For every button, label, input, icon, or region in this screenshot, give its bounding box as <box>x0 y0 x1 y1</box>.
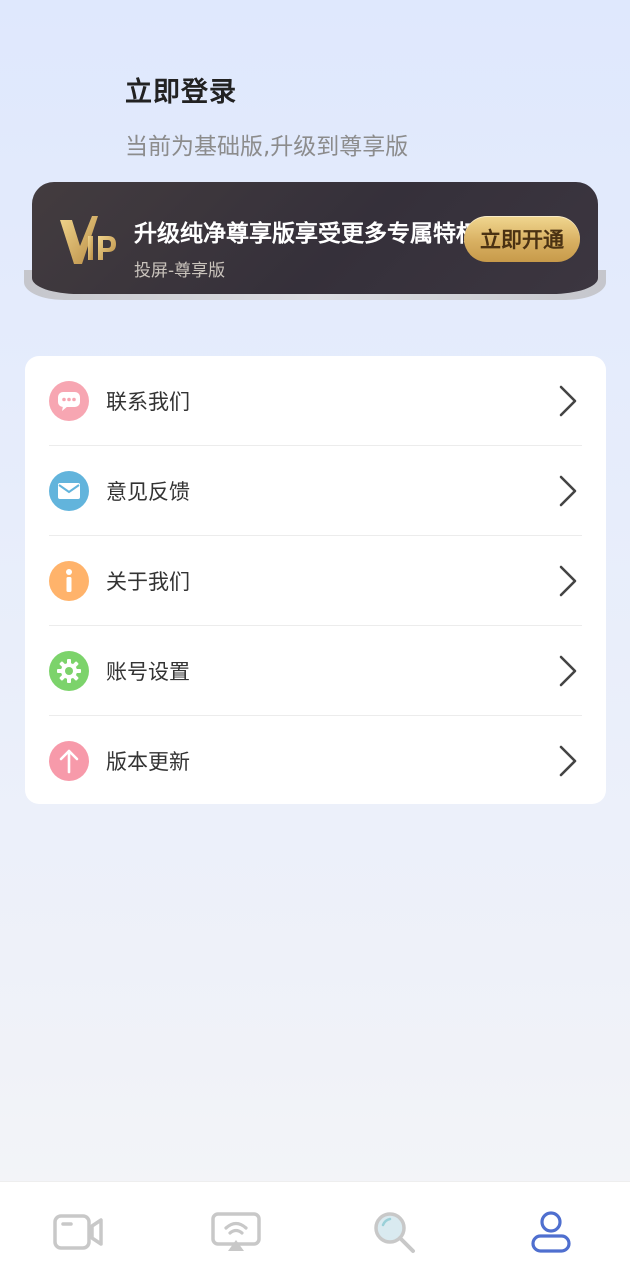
menu-item-label: 关于我们 <box>106 570 190 594</box>
settings-menu: 联系我们 意见反馈 关于我们 账号设置 版本更新 <box>25 356 606 804</box>
login-title[interactable]: 立即登录 <box>125 70 408 109</box>
menu-item-account-settings[interactable]: 账号设置 <box>49 626 582 716</box>
tab-screen-cast[interactable] <box>208 1208 264 1256</box>
menu-item-version-update[interactable]: 版本更新 <box>49 716 582 806</box>
camera-icon <box>53 1214 103 1250</box>
info-icon <box>49 561 89 601</box>
tab-camera[interactable] <box>50 1208 106 1256</box>
search-icon <box>374 1212 415 1253</box>
menu-item-label: 联系我们 <box>106 390 190 414</box>
vip-card[interactable]: 升级纯净尊享版享受更多专属特权 投屏-尊享版 立即开通 <box>32 182 598 294</box>
version-subtitle: 当前为基础版,升级到尊享版 <box>125 134 409 160</box>
chevron-right-icon <box>559 745 577 777</box>
gear-icon <box>49 651 89 691</box>
chevron-right-icon <box>559 475 577 507</box>
tab-profile[interactable] <box>523 1208 579 1256</box>
bottom-tab-bar <box>0 1181 630 1280</box>
user-icon <box>531 1211 571 1253</box>
tab-search[interactable] <box>366 1208 422 1256</box>
open-vip-button[interactable]: 立即开通 <box>464 216 580 262</box>
menu-item-contact-us[interactable]: 联系我们 <box>49 356 582 446</box>
menu-item-about-us[interactable]: 关于我们 <box>49 536 582 626</box>
envelope-icon <box>49 471 89 511</box>
arrow-up-icon <box>49 741 89 781</box>
screen-cast-icon <box>211 1212 261 1251</box>
menu-item-feedback[interactable]: 意见反馈 <box>49 446 582 536</box>
vip-logo <box>60 216 116 264</box>
vip-subtitle: 投屏-尊享版 <box>134 261 226 281</box>
chevron-right-icon <box>559 565 577 597</box>
menu-item-label: 账号设置 <box>106 660 190 684</box>
vip-banner[interactable]: 升级纯净尊享版享受更多专属特权 投屏-尊享版 立即开通 <box>24 182 606 306</box>
menu-item-label: 意见反馈 <box>106 480 190 504</box>
chevron-right-icon <box>559 655 577 687</box>
menu-item-label: 版本更新 <box>106 750 190 774</box>
chevron-right-icon <box>559 385 577 417</box>
vip-title: 升级纯净尊享版享受更多专属特权 <box>134 221 479 247</box>
login-header[interactable]: 立即登录 当前为基础版,升级到尊享版 <box>125 70 408 161</box>
chat-bubble-icon <box>49 381 89 421</box>
